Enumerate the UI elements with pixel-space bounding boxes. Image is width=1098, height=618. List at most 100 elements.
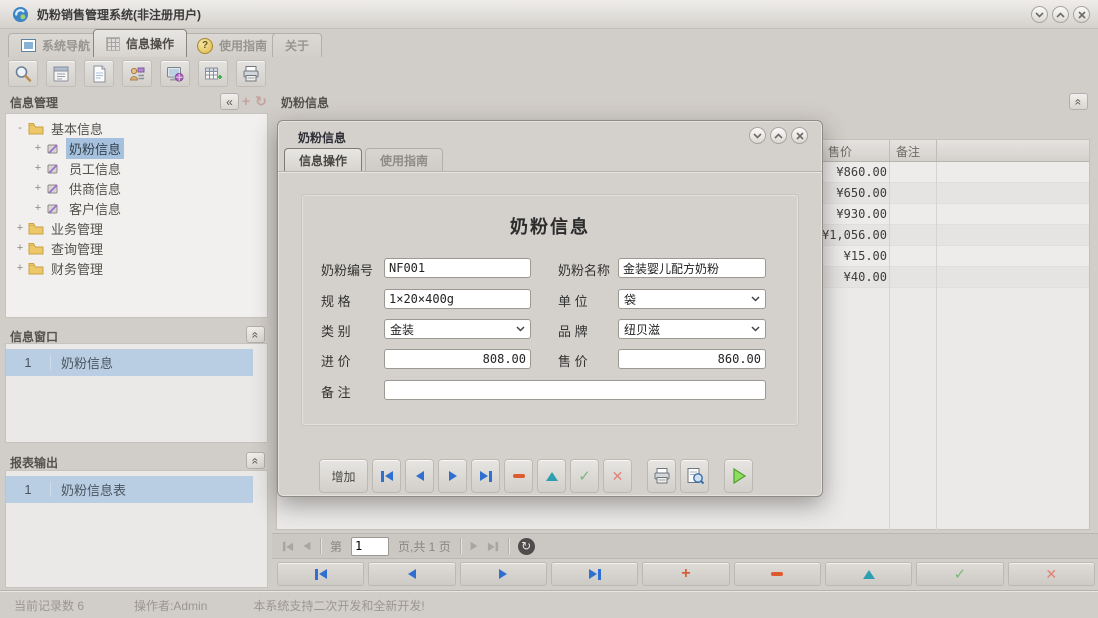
column-header-price[interactable]: 售价 — [828, 143, 852, 160]
delete-icon — [771, 572, 783, 576]
dialog-tab-info-operation[interactable]: 信息操作 — [284, 148, 362, 171]
expander-icon[interactable]: + — [32, 142, 44, 154]
tree-item-finance-mgmt[interactable]: + 财务管理 — [6, 258, 267, 278]
dlg-preview-button[interactable] — [680, 459, 709, 493]
form-view-button[interactable] — [46, 60, 76, 87]
name-field[interactable] — [618, 258, 766, 278]
refresh-tree-icon[interactable]: ↻ — [253, 93, 269, 110]
dlg-first-button[interactable] — [372, 459, 401, 493]
dlg-print-button[interactable] — [647, 459, 676, 493]
code-field[interactable] — [384, 258, 531, 278]
expander-icon[interactable]: + — [14, 222, 26, 234]
play-icon — [730, 466, 748, 486]
pager-next-button[interactable] — [470, 542, 477, 551]
expander-icon[interactable]: + — [14, 242, 26, 254]
bottom-last-button[interactable] — [551, 562, 638, 586]
help-icon: ? — [197, 38, 213, 54]
bottom-first-button[interactable] — [277, 562, 364, 586]
tab-about[interactable]: 关于 — [272, 33, 322, 57]
edit-icon — [546, 472, 558, 481]
tree-item-customer-info[interactable]: + 客户信息 — [6, 198, 267, 218]
remark-field[interactable] — [384, 380, 766, 400]
tab-user-guide[interactable]: ? 使用指南 — [184, 33, 280, 57]
dlg-last-button[interactable] — [471, 459, 500, 493]
dlg-delete-button[interactable] — [504, 459, 533, 493]
window-restore-button[interactable] — [1052, 6, 1069, 23]
bottom-delete-button[interactable] — [734, 562, 821, 586]
bottom-edit-button[interactable] — [825, 562, 912, 586]
milk-info-dialog: 奶粉信息 信息操作 使用指南 奶粉信息 奶粉编号 奶粉名称 规 格 单 位 袋 … — [277, 120, 823, 497]
collapse-info-window-button[interactable]: « — [246, 326, 265, 343]
expander-icon[interactable]: + — [32, 182, 44, 194]
list-item[interactable]: 1 奶粉信息 — [6, 349, 253, 376]
tab-system-navigation[interactable]: 系统导航 — [8, 33, 103, 57]
pager-last-button[interactable] — [488, 541, 498, 550]
tree-item-supplier-info[interactable]: + 供商信息 — [6, 178, 267, 198]
collapse-left-icon: « — [226, 95, 233, 109]
list-item[interactable]: 1 奶粉信息表 — [6, 476, 253, 503]
document-icon — [89, 64, 109, 84]
collapse-report-panel-button[interactable]: « — [246, 452, 265, 469]
dlg-run-button[interactable] — [724, 459, 753, 493]
tree-item-employee-info[interactable]: + 员工信息 — [6, 158, 267, 178]
bottom-cancel-button[interactable]: ✕ — [1008, 562, 1095, 586]
new-table-button[interactable] — [198, 60, 228, 87]
dlg-next-button[interactable] — [438, 459, 467, 493]
bottom-next-button[interactable] — [460, 562, 547, 586]
tool-icon — [46, 181, 62, 195]
pager-suffix: 页,共 1 页 — [398, 538, 451, 555]
search-button[interactable] — [8, 60, 38, 87]
bottom-confirm-button[interactable]: ✓ — [916, 562, 1003, 586]
report-list: 1 奶粉信息表 — [5, 470, 268, 588]
add-record-button[interactable]: 增加 — [319, 459, 368, 493]
print-preview-icon — [685, 466, 705, 486]
collapse-main-panel-button[interactable]: « — [1069, 93, 1088, 110]
column-header-remark[interactable]: 备注 — [896, 143, 920, 160]
pager-prev-button[interactable] — [304, 542, 311, 551]
navigation-icon — [21, 39, 36, 52]
add-node-icon[interactable]: + — [238, 93, 254, 109]
add-icon: + — [681, 566, 690, 582]
dlg-prev-button[interactable] — [405, 459, 434, 493]
collapse-tree-panel-button[interactable]: « — [220, 93, 239, 110]
tree-item-business-mgmt[interactable]: + 业务管理 — [6, 218, 267, 238]
tree-item-basic-info[interactable]: - 基本信息 — [6, 118, 267, 138]
dlg-cancel-button[interactable]: ✕ — [603, 459, 632, 493]
unit-label: 单 位 — [558, 291, 588, 310]
tool-icon — [46, 161, 62, 175]
category-select[interactable]: 金装 — [384, 319, 531, 339]
pager-first-button[interactable] — [283, 541, 293, 550]
unit-select[interactable]: 袋 — [618, 289, 766, 309]
tree-item-milk-info[interactable]: + 奶粉信息 — [6, 138, 267, 158]
app-logo-icon — [12, 6, 29, 23]
monitor-button[interactable] — [160, 60, 190, 87]
collapse-up-icon: « — [249, 457, 263, 464]
refresh-button[interactable]: ↻ — [518, 538, 535, 555]
main-toolbar — [0, 57, 1098, 90]
print-button[interactable] — [236, 60, 266, 87]
spec-field[interactable] — [384, 289, 531, 309]
window-minimize-button[interactable] — [1031, 6, 1048, 23]
bottom-prev-button[interactable] — [368, 562, 455, 586]
window-close-button[interactable] — [1073, 6, 1090, 23]
expander-icon[interactable]: + — [14, 262, 26, 274]
cost-field[interactable] — [384, 349, 531, 369]
brand-select[interactable]: 纽贝滋 — [618, 319, 766, 339]
dialog-tab-user-guide[interactable]: 使用指南 — [365, 148, 443, 171]
dialog-close-button[interactable] — [791, 127, 808, 144]
dlg-edit-button[interactable] — [537, 459, 566, 493]
price-field[interactable] — [618, 349, 766, 369]
dialog-restore-button[interactable] — [770, 127, 787, 144]
bottom-add-button[interactable]: + — [642, 562, 729, 586]
dialog-minimize-button[interactable] — [749, 127, 766, 144]
document-button[interactable] — [84, 60, 114, 87]
dlg-confirm-button[interactable]: ✓ — [570, 459, 599, 493]
user-report-button[interactable] — [122, 60, 152, 87]
tree-item-query-mgmt[interactable]: + 查询管理 — [6, 238, 267, 258]
expander-icon[interactable]: + — [32, 162, 44, 174]
tab-info-operation[interactable]: 信息操作 — [93, 29, 187, 57]
expander-icon[interactable]: - — [14, 122, 26, 134]
page-input[interactable] — [351, 537, 389, 556]
prev-record-icon — [408, 569, 416, 579]
expander-icon[interactable]: + — [32, 202, 44, 214]
